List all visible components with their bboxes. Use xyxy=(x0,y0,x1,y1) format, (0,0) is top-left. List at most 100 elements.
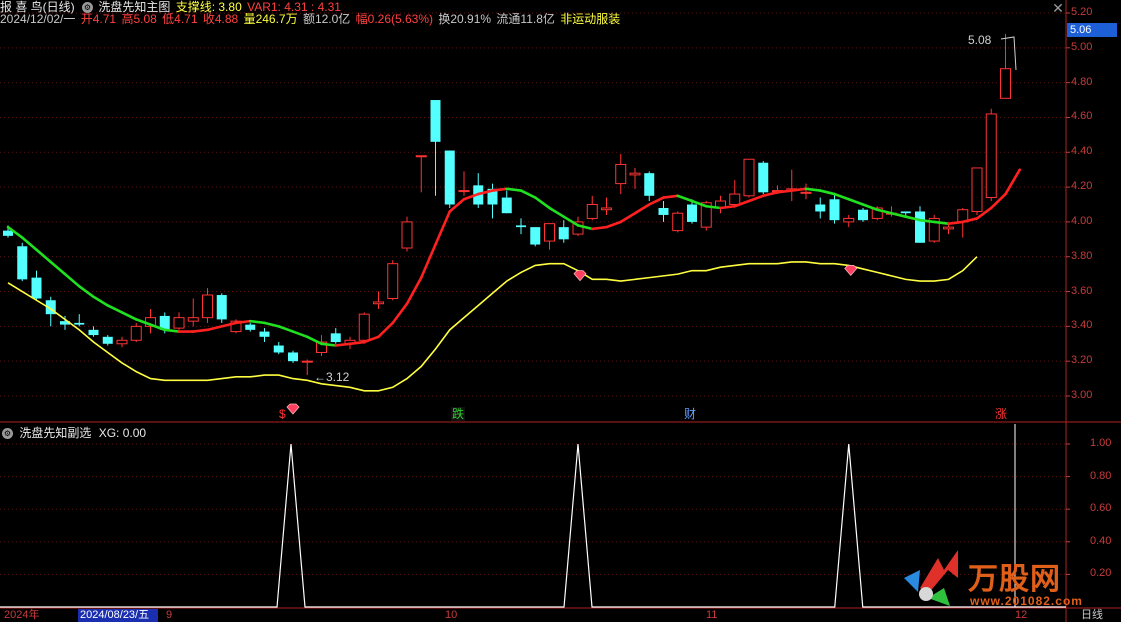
price-tick-label: 3.20 xyxy=(1071,354,1093,367)
ma-line-segment xyxy=(419,243,437,279)
price-tick-label: 3.80 xyxy=(1071,249,1093,262)
candle-body xyxy=(815,204,826,212)
candle-body xyxy=(116,339,128,345)
info-float-cap: 流通11.8亿 xyxy=(496,12,555,26)
candle-body xyxy=(530,227,541,245)
current-price-tag: 5.06 xyxy=(1067,23,1117,37)
close-x-icon[interactable]: ✕ xyxy=(1050,0,1066,16)
info-turnover: 换20.91% xyxy=(438,12,492,26)
info-open: 开4.71 xyxy=(80,12,117,26)
candle-body xyxy=(102,336,113,344)
candle-body xyxy=(259,331,270,337)
ma-line-segment xyxy=(519,189,537,199)
month-label-11: 11 xyxy=(706,609,718,621)
ma-line-segment xyxy=(833,192,851,201)
watermark-brand: 万股网 xyxy=(968,562,1061,597)
price-tick-label: 3.00 xyxy=(1071,389,1093,401)
ma-line-segment xyxy=(305,335,323,346)
ma-line-segment xyxy=(847,197,865,206)
price-tick-label: 3.40 xyxy=(1071,319,1093,332)
candle-body xyxy=(943,226,954,230)
candle-body xyxy=(601,207,612,211)
ma-line-segment xyxy=(704,204,722,210)
high-marker-arrow xyxy=(1000,36,1017,71)
ma-line-segment xyxy=(92,295,110,307)
info-low: 低4.71 xyxy=(162,12,198,26)
signal-fall: 跌 xyxy=(451,407,466,421)
candle-body xyxy=(202,294,213,319)
candle-body xyxy=(516,225,526,228)
ma-line-segment xyxy=(263,321,281,328)
candle-body xyxy=(501,197,512,214)
ma-line-segment xyxy=(804,187,822,192)
price-tick-label: 4.00 xyxy=(1071,214,1093,227)
sub-tick-label: 0.80 xyxy=(1090,469,1112,482)
candle-body xyxy=(17,246,28,280)
price-tick-label: 3.60 xyxy=(1071,284,1093,297)
cursor-date: 2024/08/23/五 xyxy=(78,609,158,622)
candle-body xyxy=(900,211,911,214)
sub-tick-label: 1.00 xyxy=(1090,437,1112,449)
ma-line-segment xyxy=(861,203,879,212)
candle-body xyxy=(658,207,669,215)
signal-rise: 涨 xyxy=(995,407,1008,421)
month-label-10: 10 xyxy=(445,609,458,621)
candle-body xyxy=(544,223,555,242)
ma-line-segment xyxy=(747,194,765,203)
price-tick-label: 4.60 xyxy=(1071,110,1093,123)
ma-line-segment xyxy=(191,328,209,333)
ma-line-segment xyxy=(947,220,965,225)
candle-body xyxy=(415,155,427,158)
ma-line-segment xyxy=(818,189,836,196)
candle-body xyxy=(1000,68,1011,99)
watermark-url: www.201082.com xyxy=(970,594,1083,608)
ma-line-segment xyxy=(434,210,452,246)
ma-line-segment xyxy=(676,194,694,203)
candle-body xyxy=(301,360,313,363)
sub-panel-title[interactable]: 洗盘先知副选 xyxy=(19,426,91,440)
candle-body xyxy=(444,150,455,205)
candle-body xyxy=(858,209,868,221)
info-high: 高5.08 xyxy=(121,12,157,26)
candle-body xyxy=(971,167,983,212)
ma-line-segment xyxy=(49,260,67,276)
ma-line-segment xyxy=(790,187,808,192)
ma-line-segment xyxy=(533,196,551,210)
info-amplitude: 幅0.26(5.63%) xyxy=(355,12,434,26)
candle-body xyxy=(985,113,997,199)
kline-chart[interactable] xyxy=(0,0,1121,622)
info-volume: 量246.7万 xyxy=(243,12,298,26)
ma-line-segment xyxy=(932,220,950,225)
candle-body xyxy=(800,191,812,194)
candle-body xyxy=(687,204,697,222)
ma-line-segment xyxy=(633,203,651,215)
candle-body xyxy=(387,263,399,300)
ma-line-segment xyxy=(206,325,224,332)
candle-body xyxy=(629,172,641,176)
low-marker-label: ←3.12 xyxy=(314,370,350,384)
period-label[interactable]: 日线 xyxy=(1081,609,1103,622)
ma-line-segment xyxy=(1004,168,1022,196)
price-tick-label: 5.00 xyxy=(1071,40,1093,53)
ma-line-segment xyxy=(334,342,352,347)
candle-body xyxy=(358,313,370,341)
ma-line-segment xyxy=(491,187,509,192)
info-sector[interactable]: 非运动服装 xyxy=(560,12,620,26)
candle-body xyxy=(330,333,341,343)
ma-line-segment xyxy=(405,276,423,306)
ma-line-segment xyxy=(918,218,936,224)
sub-panel-header: ⚙ 洗盘先知副选 XG: 0.00 xyxy=(0,425,146,441)
ma-line-segment xyxy=(320,342,338,347)
xg-value: XG: 0.00 xyxy=(98,426,147,440)
ma-line-segment xyxy=(77,285,95,299)
ma-line-segment xyxy=(562,215,580,227)
info-date: 2024/12/02/一 xyxy=(0,12,76,26)
signal-wealth: 财 xyxy=(684,407,697,421)
settings-gear-icon[interactable]: ⚙ xyxy=(2,428,13,440)
ma-line-segment xyxy=(776,189,794,194)
diamond-signal-icon xyxy=(573,270,587,282)
candle-body xyxy=(615,163,627,185)
ma-line-segment xyxy=(163,328,181,333)
ma-line-segment xyxy=(619,211,637,224)
ma-line-segment xyxy=(605,220,623,229)
